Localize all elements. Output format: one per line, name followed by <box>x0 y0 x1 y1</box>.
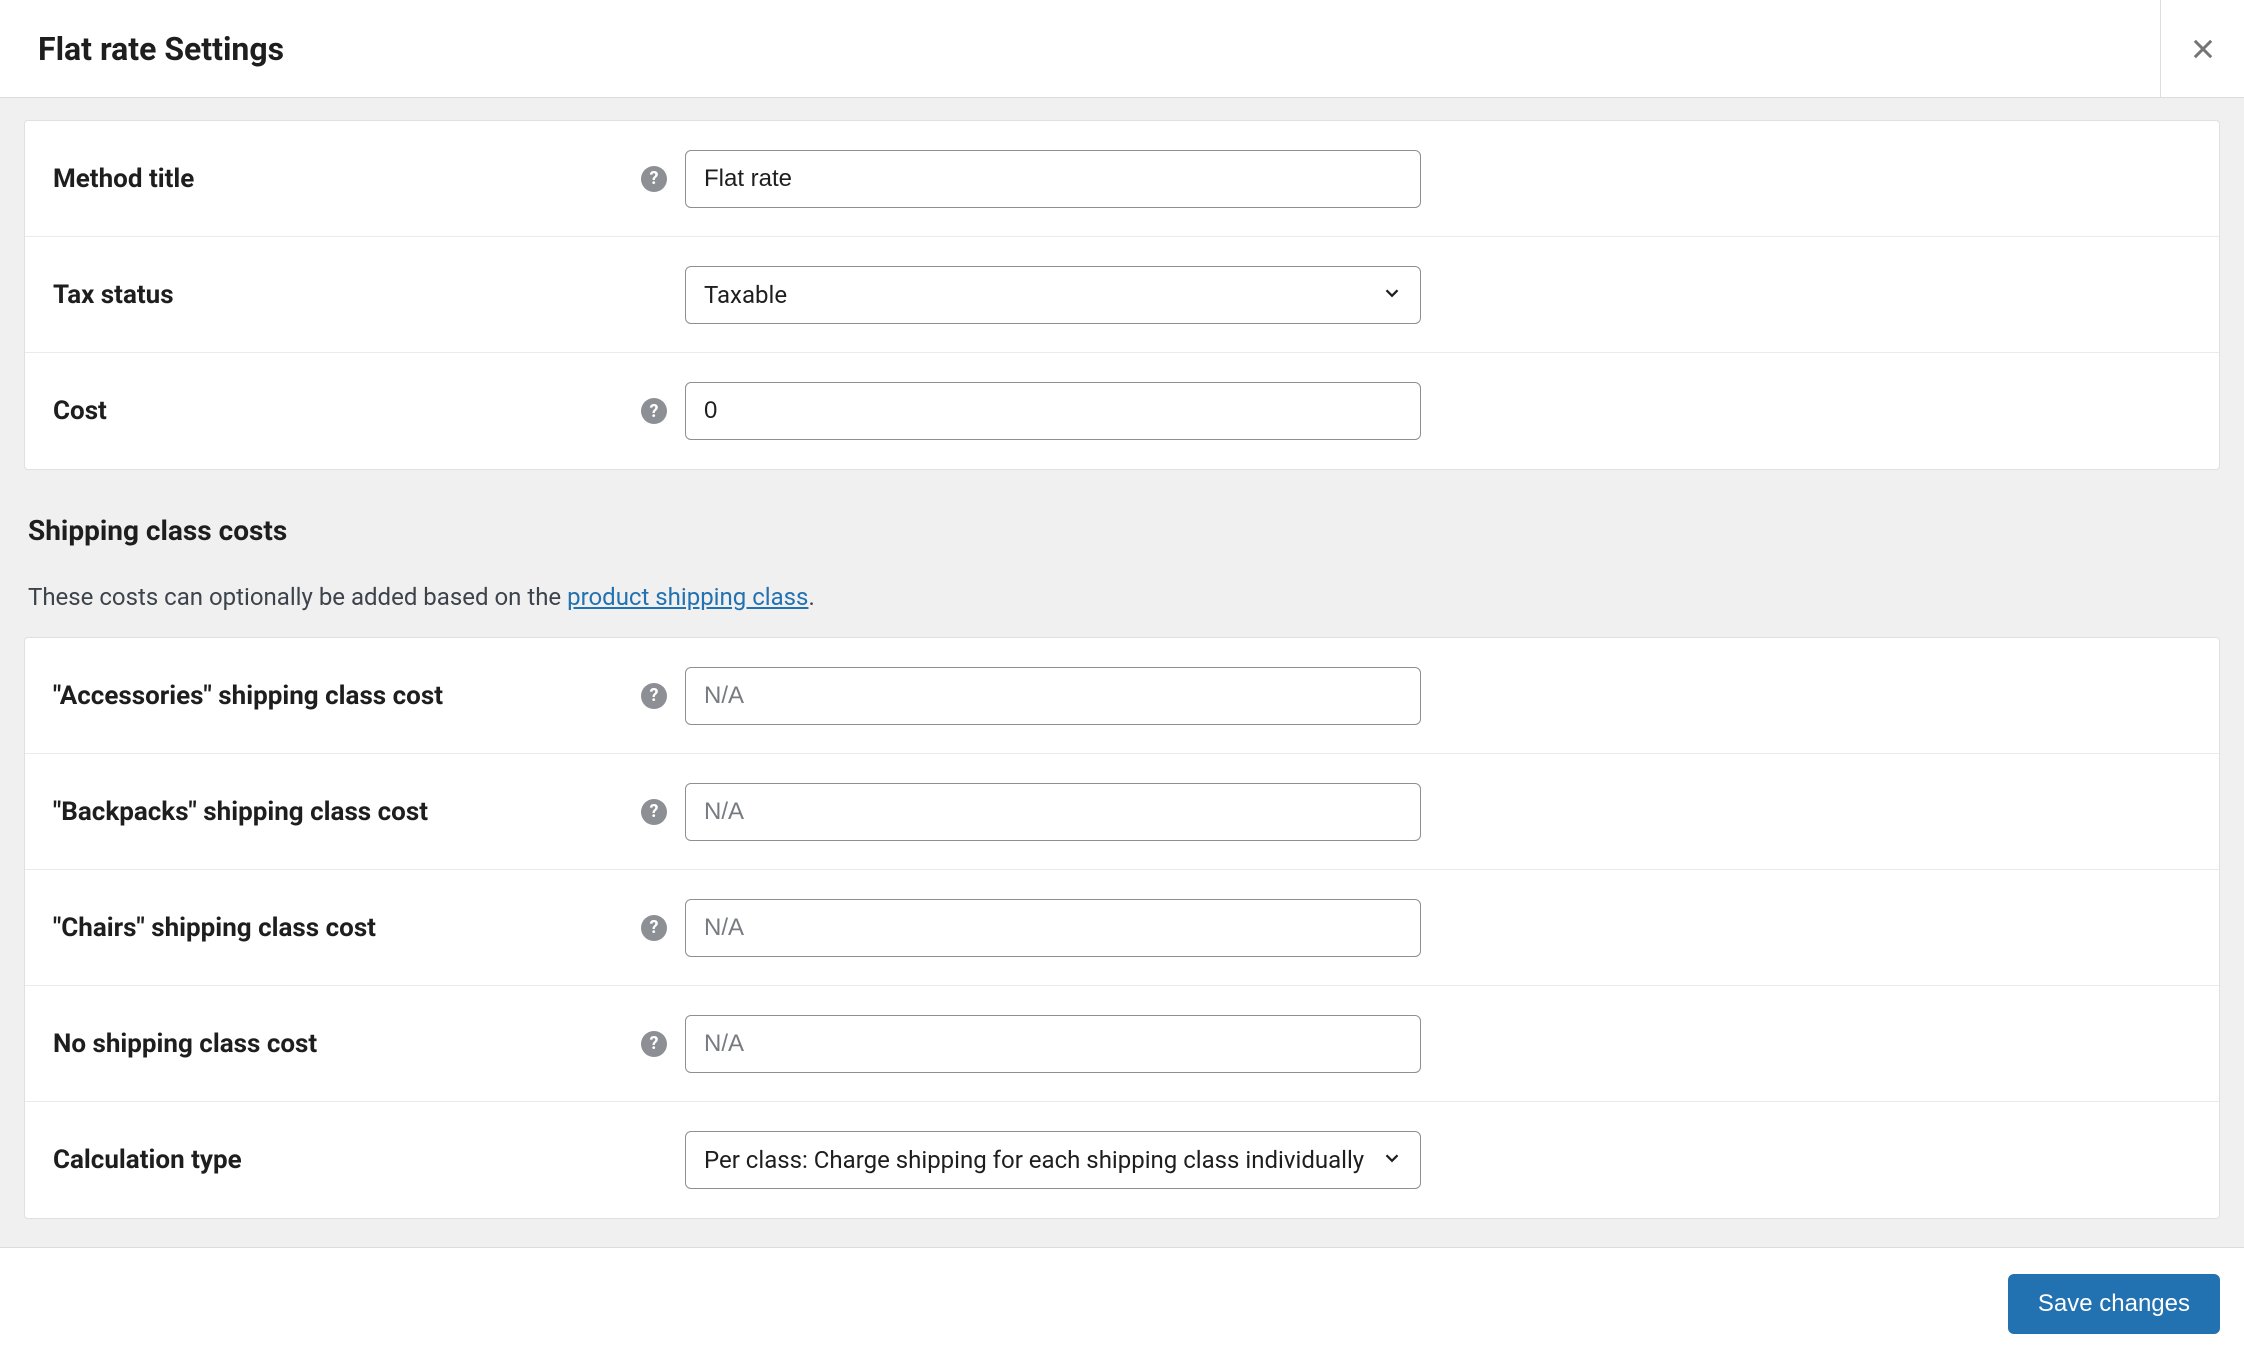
flat-rate-settings-modal: Flat rate Settings Method title ? Tax st… <box>0 0 2244 1360</box>
cost-label-text: Cost <box>53 396 641 426</box>
modal-body: Method title ? Tax status Taxable <box>0 98 2244 1247</box>
help-icon[interactable]: ? <box>641 1031 667 1057</box>
method-title-control <box>685 150 1421 208</box>
calculation-type-select[interactable]: Per class: Charge shipping for each ship… <box>685 1131 1421 1189</box>
calculation-type-label: Calculation type <box>53 1145 685 1175</box>
accessories-cost-label-text: "Accessories" shipping class cost <box>53 681 641 711</box>
modal-header: Flat rate Settings <box>0 0 2244 98</box>
cost-label: Cost ? <box>53 396 685 426</box>
close-button[interactable] <box>2160 0 2244 98</box>
help-icon[interactable]: ? <box>641 683 667 709</box>
backpacks-cost-label: "Backpacks" shipping class cost ? <box>53 797 685 827</box>
cost-input[interactable] <box>685 382 1421 440</box>
backpacks-cost-control <box>685 783 1421 841</box>
method-title-label: Method title ? <box>53 164 685 194</box>
calculation-type-label-text: Calculation type <box>53 1145 685 1175</box>
help-icon[interactable]: ? <box>641 799 667 825</box>
calculation-type-row: Calculation type Per class: Charge shipp… <box>25 1102 2219 1218</box>
help-icon[interactable]: ? <box>641 398 667 424</box>
general-fields-group: Method title ? Tax status Taxable <box>24 120 2220 470</box>
close-icon <box>2189 35 2217 63</box>
shipping-class-costs-heading: Shipping class costs These costs can opt… <box>24 514 2220 615</box>
calculation-type-select-wrap: Per class: Charge shipping for each ship… <box>685 1131 1421 1189</box>
accessories-cost-row: "Accessories" shipping class cost ? <box>25 638 2219 754</box>
class-costs-group: "Accessories" shipping class cost ? "Bac… <box>24 637 2220 1219</box>
cost-control <box>685 382 1421 440</box>
chairs-cost-label: "Chairs" shipping class cost ? <box>53 913 685 943</box>
tax-status-select-wrap: Taxable <box>685 266 1421 324</box>
modal-footer: Save changes <box>0 1247 2244 1360</box>
modal-title: Flat rate Settings <box>0 30 2160 68</box>
tax-status-control: Taxable <box>685 266 1421 324</box>
method-title-row: Method title ? <box>25 121 2219 237</box>
no-class-cost-control <box>685 1015 1421 1073</box>
tax-status-label: Tax status <box>53 280 685 310</box>
backpacks-cost-row: "Backpacks" shipping class cost ? <box>25 754 2219 870</box>
backpacks-cost-input[interactable] <box>685 783 1421 841</box>
cost-row: Cost ? <box>25 353 2219 469</box>
tax-status-label-text: Tax status <box>53 280 685 310</box>
tax-status-select[interactable]: Taxable <box>685 266 1421 324</box>
no-class-cost-label: No shipping class cost ? <box>53 1029 685 1059</box>
no-class-cost-row: No shipping class cost ? <box>25 986 2219 1102</box>
accessories-cost-input[interactable] <box>685 667 1421 725</box>
chairs-cost-input[interactable] <box>685 899 1421 957</box>
desc-prefix: These costs can optionally be added base… <box>28 583 567 611</box>
shipping-class-costs-title: Shipping class costs <box>28 514 2220 547</box>
no-class-cost-input[interactable] <box>685 1015 1421 1073</box>
chairs-cost-row: "Chairs" shipping class cost ? <box>25 870 2219 986</box>
shipping-class-costs-desc: These costs can optionally be added base… <box>28 579 2220 615</box>
method-title-input[interactable] <box>685 150 1421 208</box>
chairs-cost-control <box>685 899 1421 957</box>
help-icon[interactable]: ? <box>641 915 667 941</box>
accessories-cost-label: "Accessories" shipping class cost ? <box>53 681 685 711</box>
product-shipping-class-link[interactable]: product shipping class <box>567 583 808 611</box>
method-title-label-text: Method title <box>53 164 641 194</box>
accessories-cost-control <box>685 667 1421 725</box>
tax-status-row: Tax status Taxable <box>25 237 2219 353</box>
backpacks-cost-label-text: "Backpacks" shipping class cost <box>53 797 641 827</box>
chairs-cost-label-text: "Chairs" shipping class cost <box>53 913 641 943</box>
no-class-cost-label-text: No shipping class cost <box>53 1029 641 1059</box>
desc-suffix: . <box>808 583 814 611</box>
calculation-type-control: Per class: Charge shipping for each ship… <box>685 1131 1421 1189</box>
help-icon[interactable]: ? <box>641 166 667 192</box>
save-changes-button[interactable]: Save changes <box>2008 1274 2220 1334</box>
